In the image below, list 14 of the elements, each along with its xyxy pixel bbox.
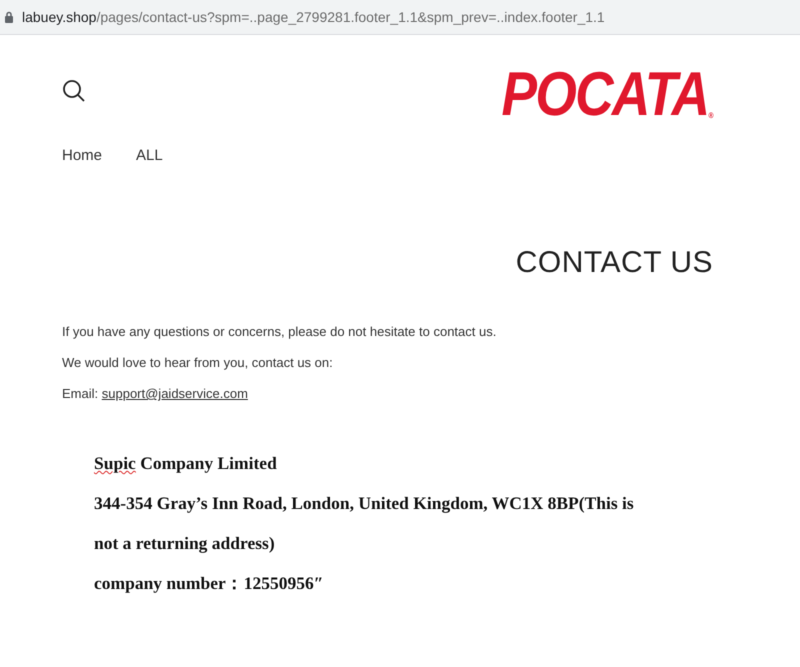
email-line: Email: support@jaidservice.com	[62, 385, 249, 403]
search-icon[interactable]	[62, 79, 86, 103]
lock-icon	[4, 11, 14, 23]
company-name: Supic Company Limited	[94, 452, 278, 475]
nav-link[interactable]: ALL	[136, 147, 163, 164]
page-title: CONTACT US	[514, 246, 713, 280]
company-address: 344-354 Gray’s Inn Road, London, United Kingdom, WC1X 8BP(This is not a returning address)	[94, 492, 635, 555]
nav-link[interactable]: Home	[62, 147, 102, 164]
intro-text: We would love to hear from you, contact us on:	[62, 354, 334, 372]
url-text[interactable]: labuey.shop/pages/contact-us?spm=..page_2799281.footer_1.1&spm_prev=..index.footer_1.1	[22, 9, 605, 25]
intro-text: If you have any questions or concerns, please do not hesitate to contact us.	[62, 323, 498, 341]
company-number: company number：12550956″	[94, 572, 324, 595]
email-link[interactable]: support@jaidservice.com	[102, 386, 248, 401]
brand-logo[interactable]: POCATA®	[501, 64, 713, 126]
